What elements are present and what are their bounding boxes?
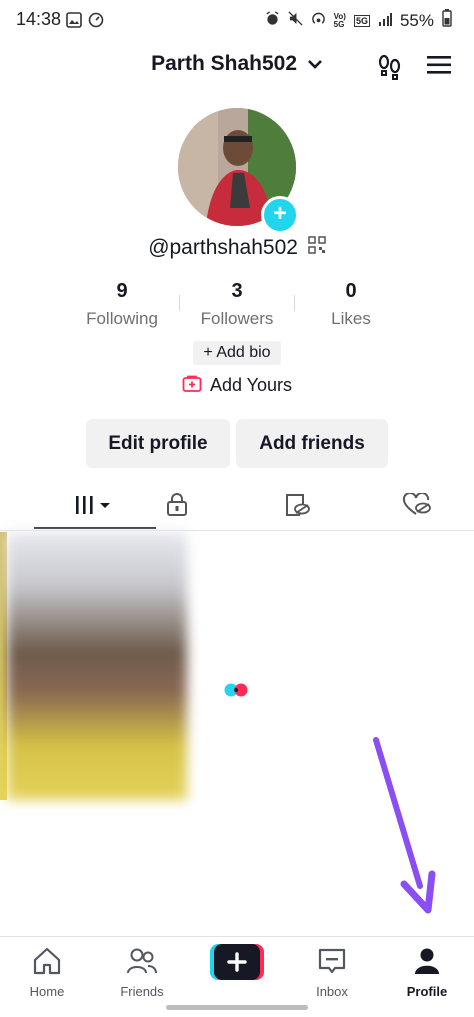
profile-icon <box>413 947 441 980</box>
thumbnail-edge <box>0 532 7 800</box>
speed-notification-icon <box>88 12 104 33</box>
profile-handle: @parthshah502 <box>148 236 298 259</box>
annotation-arrow <box>370 736 440 916</box>
add-friends-button[interactable]: Add friends <box>236 419 388 468</box>
add-yours-button[interactable]: Add Yours <box>0 375 474 398</box>
create-button[interactable] <box>210 944 264 980</box>
tab-liked[interactable] <box>370 485 464 530</box>
followers-count: 3 <box>231 280 243 302</box>
loading-indicator <box>222 682 252 698</box>
add-avatar-button[interactable]: + <box>261 196 299 234</box>
nav-inbox-label: Inbox <box>316 984 348 999</box>
hotspot-icon <box>311 11 326 31</box>
home-indicator <box>166 1005 308 1010</box>
nav-home[interactable]: Home <box>0 937 94 999</box>
add-yours-label: Add Yours <box>209 375 293 395</box>
friends-icon <box>126 947 158 980</box>
volte-icon: Vo) 5G <box>333 11 346 29</box>
following-label: Following <box>86 309 158 328</box>
lock-icon <box>166 493 188 522</box>
nav-home-label: Home <box>29 984 65 999</box>
followers-stat[interactable]: 3 Followers <box>177 280 297 329</box>
nav-friends-label: Friends <box>120 984 164 999</box>
home-icon <box>32 947 62 980</box>
video-thumbnail[interactable] <box>7 532 187 800</box>
nav-inbox[interactable]: Inbox <box>285 937 379 999</box>
add-bio-button[interactable]: + Add bio <box>193 341 281 365</box>
following-count: 9 <box>116 280 128 302</box>
footprints-icon[interactable] <box>376 52 404 85</box>
hidden-video-icon <box>283 493 311 522</box>
nav-friends[interactable]: Friends <box>95 937 189 999</box>
battery-text: 55% <box>399 10 434 30</box>
gallery-notification-icon <box>66 12 82 33</box>
alarm-icon <box>265 10 280 31</box>
likes-count: 0 <box>345 280 357 302</box>
content-tabs <box>0 485 474 531</box>
tab-private[interactable] <box>130 485 224 530</box>
nav-profile[interactable]: Profile <box>380 937 474 999</box>
profile-handle-row: @parthshah502 <box>0 236 474 260</box>
following-stat[interactable]: 9 Following <box>62 280 182 329</box>
grid-filter-icon <box>74 494 116 521</box>
signal-icon <box>378 11 392 31</box>
qr-code-icon[interactable] <box>308 236 326 260</box>
likes-label: Likes <box>331 309 371 328</box>
battery-icon <box>442 9 452 32</box>
likes-stat[interactable]: 0 Likes <box>291 280 411 329</box>
5g-icon: 5G <box>353 14 370 27</box>
add-yours-icon <box>182 375 202 398</box>
tab-reposts[interactable] <box>250 485 344 530</box>
followers-label: Followers <box>200 309 274 328</box>
liked-hidden-icon <box>402 491 432 522</box>
edit-profile-button[interactable]: Edit profile <box>86 419 230 468</box>
active-tab-indicator <box>34 527 156 529</box>
menu-icon[interactable] <box>426 54 452 81</box>
status-icons: Vo) 5G 5G 55% <box>265 9 452 32</box>
chevron-down-icon <box>307 52 323 76</box>
status-time: 14:38 <box>16 9 62 29</box>
nav-profile-label: Profile <box>406 984 448 999</box>
mute-icon <box>288 10 303 31</box>
username-text: Parth Shah502 <box>151 52 298 75</box>
inbox-icon <box>317 947 347 980</box>
